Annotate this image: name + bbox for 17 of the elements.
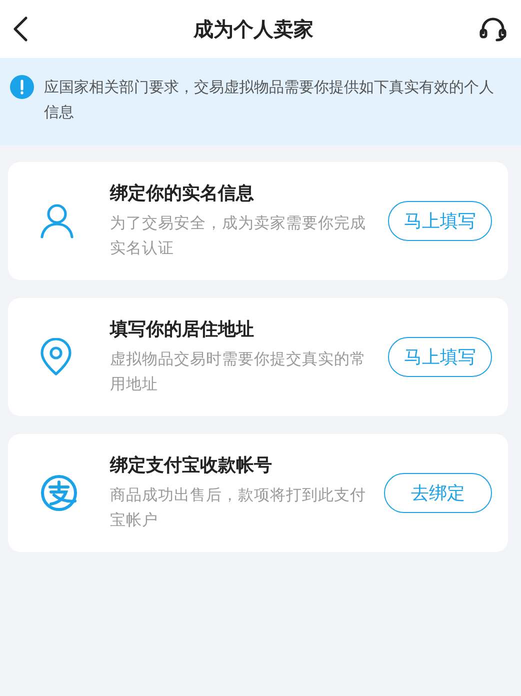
notice-text: 应国家相关部门要求，交易虚拟物品需要你提供如下真实有效的个人信息 <box>44 77 494 123</box>
back-icon[interactable] <box>12 16 28 42</box>
action-button[interactable]: 马上填写 <box>388 201 492 241</box>
info-icon <box>10 75 34 99</box>
step-title: 填写你的居住地址 <box>110 318 255 341</box>
step-title: 绑定支付宝收款帐号 <box>110 454 273 477</box>
action-button[interactable]: 去绑定 <box>384 473 492 513</box>
page-title: 成为个人卖家 <box>194 16 314 42</box>
person-icon <box>40 203 74 239</box>
payment-logo-icon <box>40 474 78 512</box>
location-pin-icon <box>40 338 72 376</box>
step-title: 绑定你的实名信息 <box>110 182 255 205</box>
headset-icon[interactable] <box>479 16 507 42</box>
step-description: 虚拟物品交易时需要你提交真实的常用地址 <box>110 349 367 395</box>
step-description: 商品成功出售后，款项将打到此支付宝帐户 <box>110 485 367 531</box>
step-description: 为了交易安全，成为卖家需要你完成实名认证 <box>110 213 367 259</box>
action-button[interactable]: 马上填写 <box>388 337 492 377</box>
